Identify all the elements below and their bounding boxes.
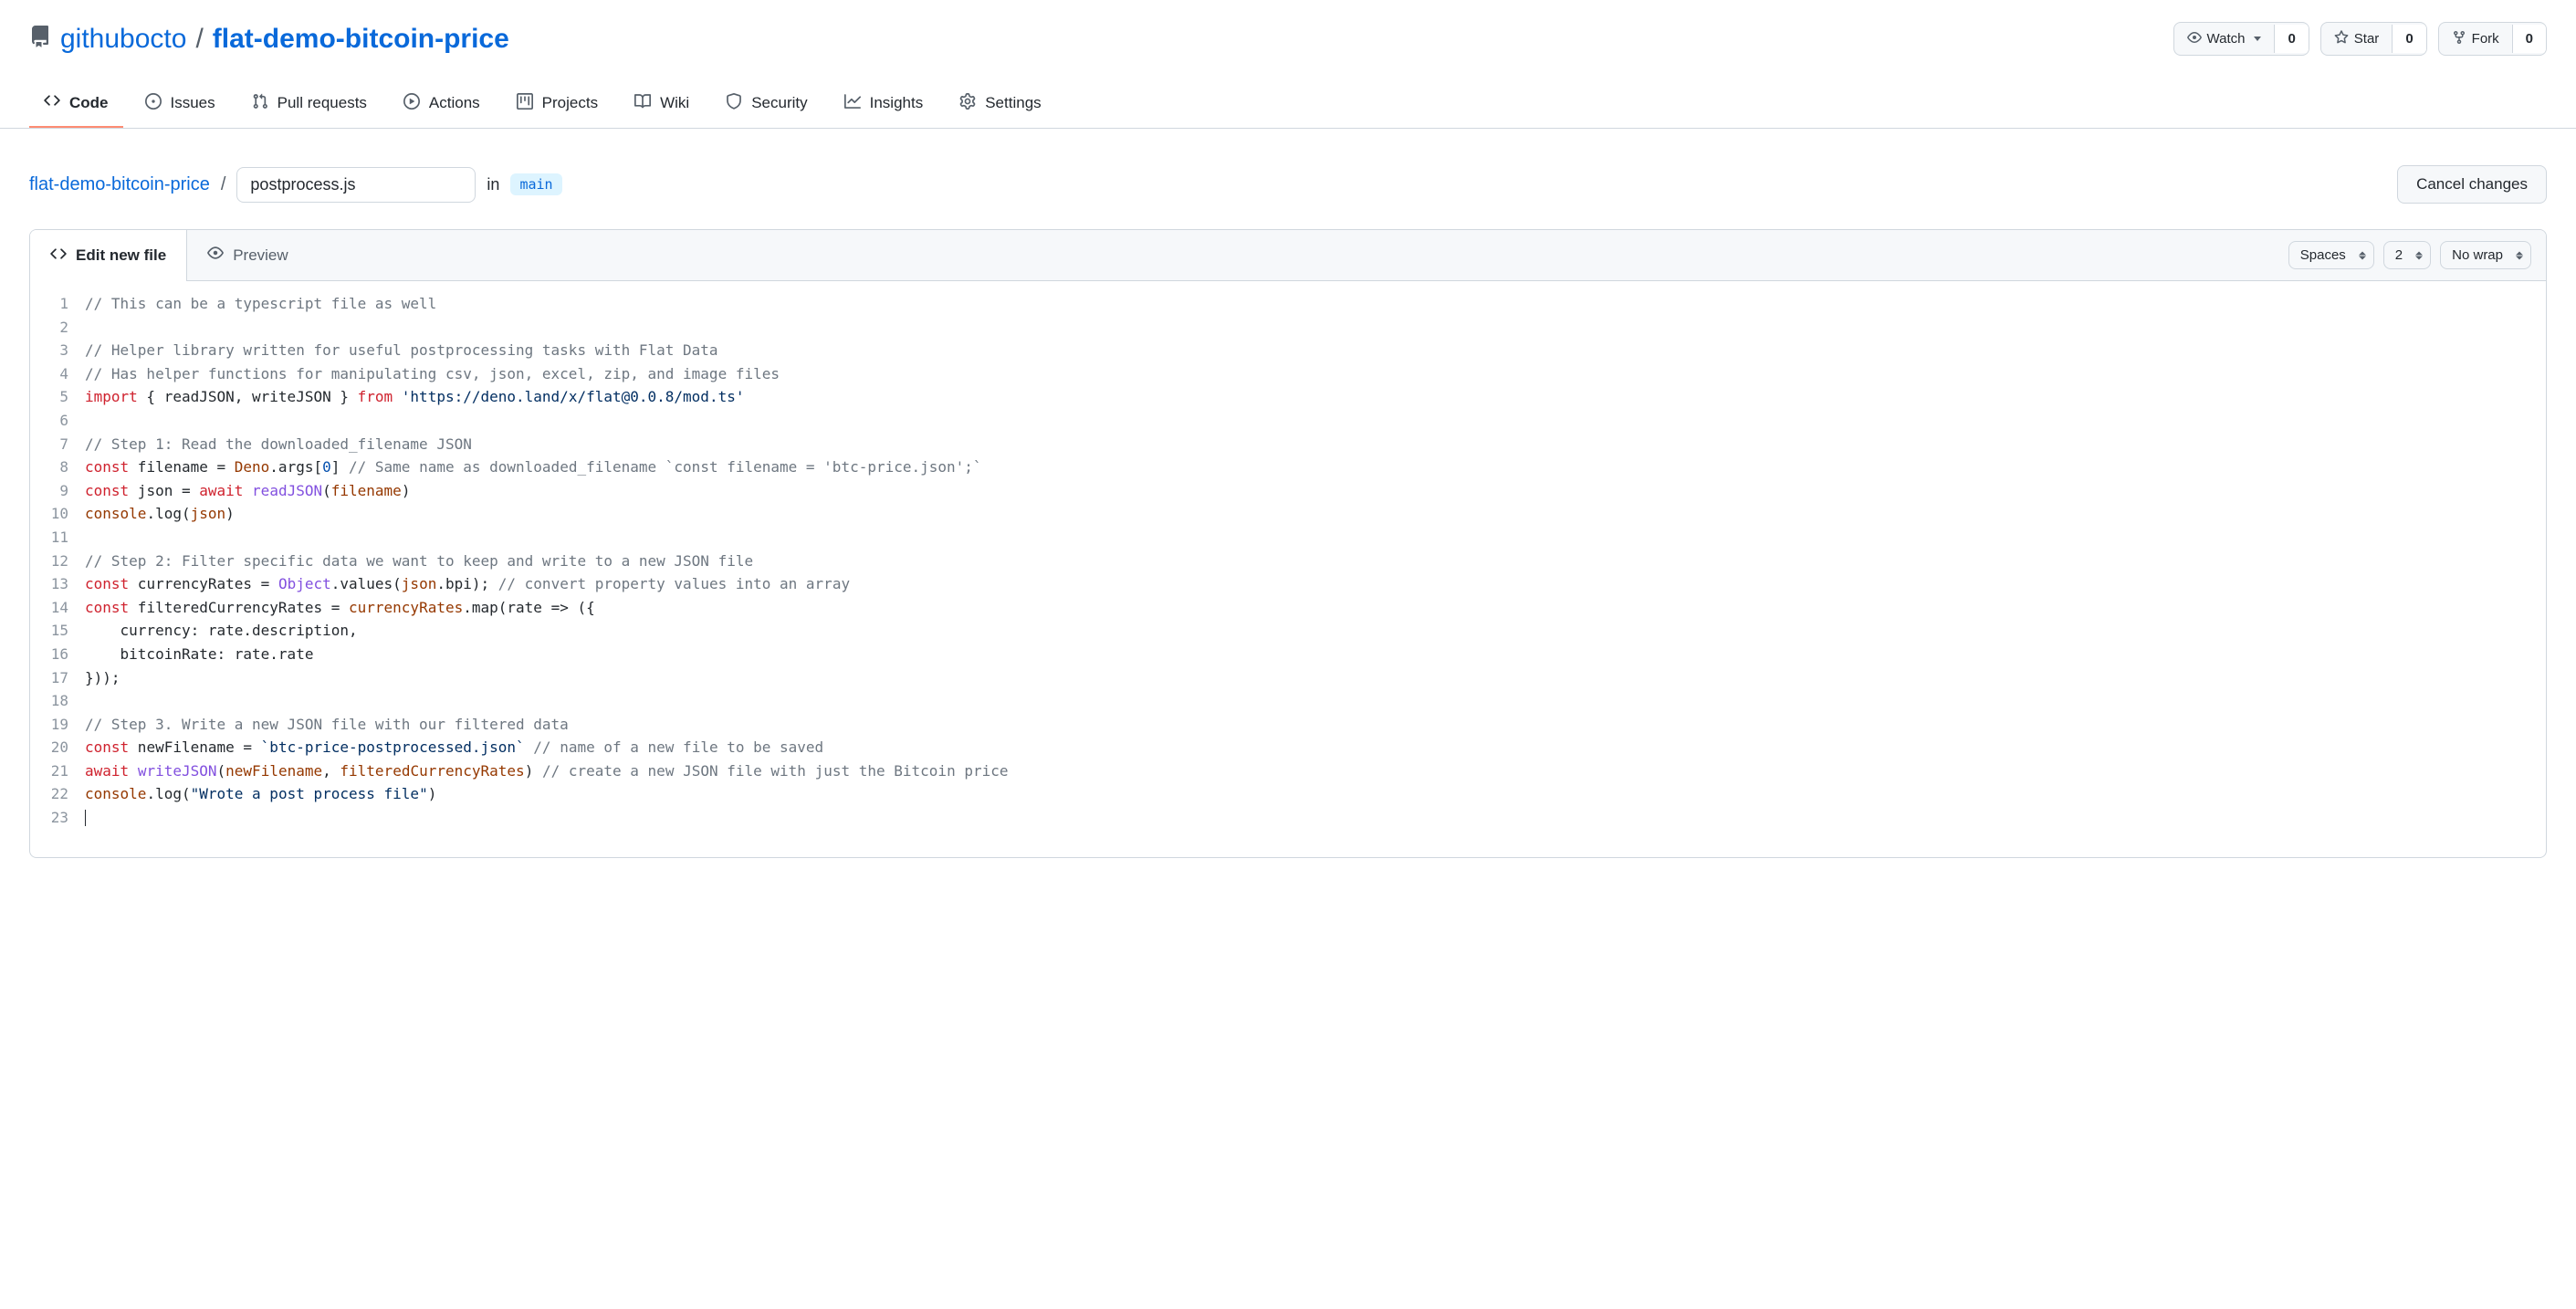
tab-edit-file[interactable]: Edit new file: [30, 230, 187, 281]
tab-label: Settings: [985, 94, 1041, 112]
tab-code[interactable]: Code: [29, 81, 123, 129]
line-number: 19: [30, 713, 85, 737]
line-number: 16: [30, 643, 85, 666]
fork-count: 0: [2526, 32, 2533, 46]
fork-button[interactable]: Fork 0: [2438, 22, 2547, 56]
line-number: 22: [30, 782, 85, 806]
filename-input[interactable]: [236, 167, 476, 203]
line-number: 13: [30, 572, 85, 596]
line-number: 12: [30, 550, 85, 573]
cursor: [85, 810, 86, 826]
code-editor[interactable]: 1// This can be a typescript file as wel…: [30, 281, 2546, 857]
file-path: flat-demo-bitcoin-price / in main: [29, 167, 562, 203]
play-icon: [403, 93, 420, 114]
tab-label: Preview: [233, 246, 288, 265]
editor-box: Edit new file Preview Spaces 2 No wrap: [29, 229, 2547, 858]
watch-count: 0: [2288, 32, 2295, 46]
tab-label: Edit new file: [76, 246, 166, 265]
star-label: Star: [2354, 32, 2380, 46]
star-button[interactable]: Star 0: [2320, 22, 2427, 56]
graph-icon: [844, 93, 861, 114]
line-number: 1: [30, 292, 85, 316]
select-value: Spaces: [2300, 247, 2346, 263]
repo-nav: Code Issues Pull requests Actions Projec…: [0, 81, 2576, 129]
line-number: 20: [30, 736, 85, 759]
code-icon: [50, 246, 67, 267]
tab-pull-requests[interactable]: Pull requests: [237, 82, 382, 129]
breadcrumb-separator: /: [195, 24, 203, 55]
line-number: 2: [30, 316, 85, 340]
editor-toolbar: Edit new file Preview Spaces 2 No wrap: [30, 230, 2546, 281]
indent-size-select[interactable]: 2: [2383, 241, 2431, 269]
repo-icon: [29, 24, 51, 55]
main-area: flat-demo-bitcoin-price / in main Cancel…: [0, 129, 2576, 913]
line-number: 6: [30, 409, 85, 433]
line-number: 18: [30, 689, 85, 713]
path-separator: /: [221, 174, 226, 195]
tab-actions[interactable]: Actions: [389, 82, 495, 129]
cancel-button[interactable]: Cancel changes: [2397, 165, 2547, 204]
in-label: in: [487, 175, 499, 194]
tab-label: Wiki: [660, 94, 689, 112]
updown-icon: [2516, 251, 2523, 259]
tab-label: Projects: [542, 94, 598, 112]
eye-icon: [2187, 30, 2202, 47]
shield-icon: [726, 93, 742, 114]
line-number: 4: [30, 362, 85, 386]
gear-icon: [959, 93, 976, 114]
wrap-mode-select[interactable]: No wrap: [2440, 241, 2531, 269]
fork-label: Fork: [2472, 32, 2499, 46]
tab-label: Code: [69, 94, 109, 112]
star-count: 0: [2405, 32, 2413, 46]
tab-label: Security: [751, 94, 807, 112]
watch-button[interactable]: Watch 0: [2173, 22, 2309, 56]
tab-projects[interactable]: Projects: [502, 82, 613, 129]
watch-label: Watch: [2207, 32, 2246, 46]
repo-actions: Watch 0 Star 0 Fork 0: [2173, 22, 2548, 56]
eye-icon: [207, 245, 224, 266]
updown-icon: [2415, 251, 2423, 259]
line-number: 11: [30, 526, 85, 550]
tab-preview[interactable]: Preview: [187, 230, 309, 280]
tab-insights[interactable]: Insights: [830, 82, 938, 129]
repo-name-link[interactable]: flat-demo-bitcoin-price: [213, 24, 509, 55]
line-number: 9: [30, 479, 85, 503]
line-number: 8: [30, 456, 85, 479]
tab-wiki[interactable]: Wiki: [620, 82, 704, 129]
tab-label: Issues: [171, 94, 215, 112]
chevron-down-icon: [2254, 37, 2261, 41]
star-icon: [2334, 30, 2349, 47]
tab-settings[interactable]: Settings: [945, 82, 1055, 129]
line-number: 23: [30, 806, 85, 830]
select-value: No wrap: [2452, 247, 2503, 263]
line-number: 5: [30, 385, 85, 409]
tab-security[interactable]: Security: [711, 82, 822, 129]
project-icon: [517, 93, 533, 114]
pr-icon: [252, 93, 268, 114]
fork-icon: [2452, 30, 2466, 47]
repo-breadcrumb: githubocto / flat-demo-bitcoin-price: [29, 24, 509, 55]
indent-mode-select[interactable]: Spaces: [2288, 241, 2374, 269]
line-number: 14: [30, 596, 85, 620]
line-number: 21: [30, 759, 85, 783]
select-value: 2: [2395, 247, 2403, 263]
updown-icon: [2359, 251, 2366, 259]
line-number: 3: [30, 339, 85, 362]
path-repo-link[interactable]: flat-demo-bitcoin-price: [29, 174, 210, 195]
tab-label: Pull requests: [277, 94, 367, 112]
line-number: 17: [30, 666, 85, 690]
branch-pill[interactable]: main: [510, 173, 561, 195]
code-icon: [44, 92, 60, 113]
issue-icon: [145, 93, 162, 114]
line-number: 7: [30, 433, 85, 456]
tab-issues[interactable]: Issues: [131, 82, 230, 129]
tab-label: Insights: [870, 94, 924, 112]
tab-label: Actions: [429, 94, 480, 112]
repo-owner-link[interactable]: githubocto: [60, 24, 186, 55]
book-icon: [634, 93, 651, 114]
repo-header: githubocto / flat-demo-bitcoin-price Wat…: [0, 0, 2576, 56]
line-number: 10: [30, 502, 85, 526]
line-number: 15: [30, 619, 85, 643]
